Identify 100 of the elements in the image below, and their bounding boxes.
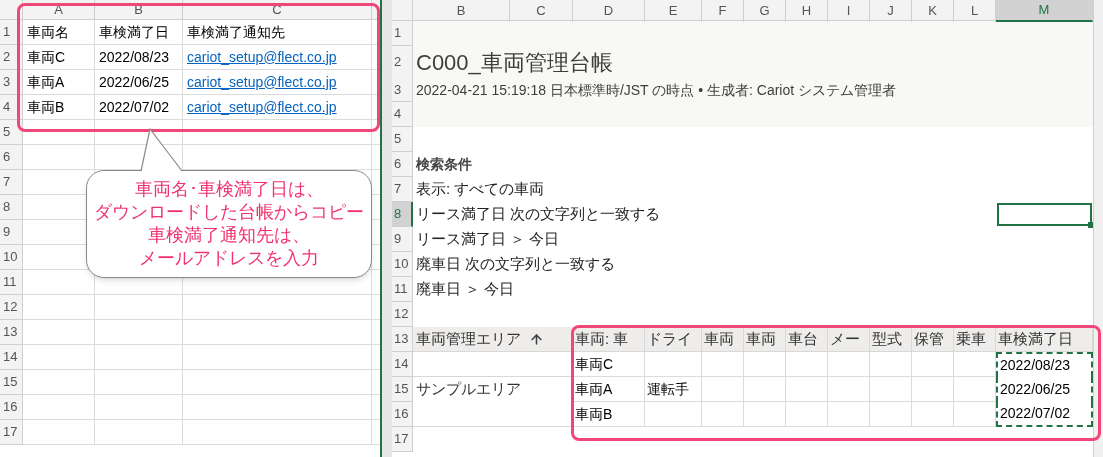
empty-cell[interactable] xyxy=(183,320,372,345)
column-header[interactable]: M xyxy=(996,0,1093,22)
table-header-cell[interactable]: 車両: 車 xyxy=(573,327,645,352)
empty-cell xyxy=(702,402,744,427)
empty-cell[interactable] xyxy=(95,370,183,395)
row-number[interactable]: 4 xyxy=(0,95,23,120)
empty-cell xyxy=(702,377,744,402)
table-header-cell[interactable]: 車両 xyxy=(702,327,744,352)
empty-cell xyxy=(786,377,828,402)
row-number[interactable]: 17 xyxy=(392,427,413,452)
table-cell-text: 2022/07/02 xyxy=(1000,404,1071,423)
empty-cell xyxy=(744,402,786,427)
row-number[interactable]: 11 xyxy=(0,270,23,295)
table-cell[interactable]: 車両B xyxy=(23,95,95,120)
table-cell[interactable]: 車両A xyxy=(23,70,95,95)
row-number[interactable]: 9 xyxy=(0,220,23,245)
table-header-cell[interactable]: 車両 xyxy=(744,327,786,352)
empty-cell[interactable] xyxy=(183,345,372,370)
row-number[interactable]: 3 xyxy=(392,78,413,102)
row-number[interactable]: 5 xyxy=(0,120,23,145)
row-number[interactable]: 1 xyxy=(0,20,23,45)
row-number[interactable]: 10 xyxy=(392,252,413,277)
table-header-cell[interactable]: 型式 xyxy=(870,327,912,352)
table-cell-text: サンプルエリア xyxy=(415,379,522,400)
empty-cell[interactable] xyxy=(95,320,183,345)
empty-cell[interactable] xyxy=(183,295,372,320)
empty-cell xyxy=(645,402,702,427)
email-link[interactable]: cariot_setup@flect.co.jp xyxy=(187,46,337,68)
table-cell[interactable]: 車両名 xyxy=(23,20,95,45)
row-number[interactable]: 15 xyxy=(0,370,23,395)
row-number[interactable]: 6 xyxy=(392,152,413,177)
empty-cell[interactable] xyxy=(95,420,183,445)
table-header-cell[interactable]: 車検満了日 xyxy=(996,327,1093,352)
row-number[interactable]: 17 xyxy=(0,420,23,445)
row-number[interactable]: 8 xyxy=(392,202,413,227)
empty-cell xyxy=(912,402,954,427)
empty-cell xyxy=(786,402,828,427)
row-number[interactable]: 13 xyxy=(0,320,23,345)
row-number[interactable]: 2 xyxy=(392,46,413,79)
empty-cell[interactable] xyxy=(95,295,183,320)
empty-cell xyxy=(954,377,996,402)
row-number[interactable]: 16 xyxy=(392,402,413,427)
empty-cell xyxy=(786,352,828,377)
empty-cell xyxy=(954,402,996,427)
section-heading: 検索条件 xyxy=(416,155,472,174)
empty-cell xyxy=(828,352,870,377)
email-link[interactable]: cariot_setup@flect.co.jp xyxy=(187,96,337,118)
empty-cell[interactable] xyxy=(183,420,372,445)
row-number[interactable]: 16 xyxy=(0,395,23,420)
table-header-cell[interactable]: ドライ xyxy=(645,327,702,352)
empty-cell[interactable] xyxy=(95,395,183,420)
row-number[interactable]: 7 xyxy=(0,170,23,195)
row-number[interactable]: 12 xyxy=(0,295,23,320)
row-number[interactable]: 14 xyxy=(392,352,413,377)
empty-cell[interactable] xyxy=(183,120,372,145)
table-cell[interactable]: 車検満了日 xyxy=(95,20,183,45)
table-cell[interactable]: 2022/06/25 xyxy=(95,70,183,95)
row-number[interactable]: 8 xyxy=(0,195,23,220)
row-number[interactable]: 10 xyxy=(0,245,23,270)
report-subtitle: 2022-04-21 15:19:18 日本標準時/JST の時点 • 生成者: Cariot システム管理者 xyxy=(416,80,896,100)
row-number[interactable]: 11 xyxy=(392,277,413,302)
criterion-text: リース満了日 ＞ 今日 xyxy=(416,229,560,250)
empty-cell xyxy=(870,377,912,402)
row-number[interactable]: 4 xyxy=(392,102,413,127)
table-header-cell[interactable]: メー xyxy=(828,327,870,352)
table-cell-text: 2022/06/25 xyxy=(1000,380,1071,399)
row-number[interactable]: 14 xyxy=(0,345,23,370)
row-number[interactable]: 9 xyxy=(392,227,413,252)
fill-handle[interactable] xyxy=(1088,222,1093,228)
table-cell[interactable]: 車両C xyxy=(23,45,95,70)
table-cell[interactable]: 2022/08/23 xyxy=(95,45,183,70)
row-number[interactable]: 7 xyxy=(392,177,413,202)
row-number[interactable]: 5 xyxy=(392,127,413,152)
selected-cell[interactable] xyxy=(997,203,1092,226)
row-number[interactable]: 15 xyxy=(392,377,413,402)
column-header[interactable]: A xyxy=(23,0,95,20)
criterion-text: 表示: すべての車両 xyxy=(416,179,545,200)
criterion-text: 廃車日 ＞ 今日 xyxy=(416,279,515,300)
empty-cell[interactable] xyxy=(183,370,372,395)
row-number[interactable]: 12 xyxy=(392,302,413,327)
table-header-cell[interactable]: 車両管理エリア xyxy=(413,327,573,352)
row-number[interactable]: 1 xyxy=(392,21,413,46)
table-cell[interactable]: 車検満了通知先 xyxy=(183,20,372,45)
table-header-cell[interactable]: 車台 xyxy=(786,327,828,352)
table-cell: 車両A xyxy=(573,377,645,402)
callout-tail-tooltip xyxy=(140,128,184,172)
empty-cell[interactable] xyxy=(95,345,183,370)
table-cell[interactable]: 2022/07/02 xyxy=(95,95,183,120)
row-number[interactable]: 13 xyxy=(392,327,413,352)
table-header-cell[interactable]: 乗車 xyxy=(954,327,996,352)
vertical-scrollbar[interactable] xyxy=(1093,0,1103,457)
row-number[interactable]: 3 xyxy=(0,70,23,95)
row-number[interactable]: 6 xyxy=(0,145,23,170)
empty-cell xyxy=(912,377,954,402)
table-header-cell[interactable]: 保管 xyxy=(912,327,954,352)
table-cell-text: 2022/08/23 xyxy=(1000,356,1071,375)
empty-cell[interactable] xyxy=(183,395,372,420)
email-link[interactable]: cariot_setup@flect.co.jp xyxy=(187,71,337,93)
row-number[interactable]: 2 xyxy=(0,45,23,70)
empty-cell xyxy=(954,352,996,377)
